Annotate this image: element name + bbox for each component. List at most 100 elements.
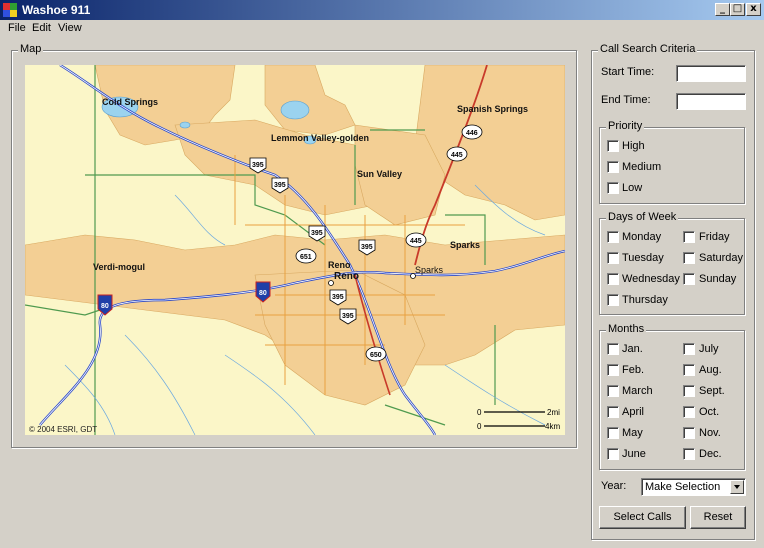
day-thursday-checkbox[interactable] bbox=[607, 294, 619, 306]
day-friday-checkbox[interactable] bbox=[683, 231, 695, 243]
month-july-checkbox[interactable] bbox=[683, 343, 695, 355]
month-nov-label: Nov. bbox=[699, 427, 721, 439]
month-jan-label: Jan. bbox=[622, 343, 643, 355]
months-label: Months bbox=[606, 323, 647, 335]
svg-text:445: 445 bbox=[410, 238, 422, 245]
svg-text:446: 446 bbox=[466, 130, 478, 137]
month-jan-checkbox[interactable] bbox=[607, 343, 619, 355]
menu-bar: File Edit View bbox=[0, 20, 764, 38]
day-tuesday-label: Tuesday bbox=[622, 252, 664, 264]
months-group: Months bbox=[599, 323, 745, 470]
map-view[interactable]: Cold Springs Lemmon Valley-golden Spanis… bbox=[25, 65, 565, 435]
place-label: Spanish Springs bbox=[457, 104, 528, 114]
month-sept-checkbox[interactable] bbox=[683, 385, 695, 397]
place-label: Sparks bbox=[450, 240, 480, 250]
close-button[interactable]: x bbox=[746, 3, 761, 16]
priority-high-checkbox[interactable] bbox=[607, 140, 619, 152]
shield-446: 446 bbox=[461, 124, 483, 140]
month-july-label: July bbox=[699, 343, 719, 355]
place-label: Sparks bbox=[415, 265, 444, 275]
month-june-label: June bbox=[622, 448, 646, 460]
city-marker bbox=[328, 280, 334, 286]
month-oct-checkbox[interactable] bbox=[683, 406, 695, 418]
svg-text:0: 0 bbox=[477, 422, 482, 431]
search-criteria-label: Call Search Criteria bbox=[598, 43, 698, 55]
app-icon bbox=[3, 3, 17, 17]
end-time-label: End Time: bbox=[601, 94, 651, 106]
chevron-down-icon[interactable] bbox=[730, 480, 744, 494]
svg-text:445: 445 bbox=[451, 152, 463, 159]
month-aug-checkbox[interactable] bbox=[683, 364, 695, 376]
menu-view[interactable]: View bbox=[58, 22, 82, 34]
title-bar: Washoe 911 _ □ x bbox=[0, 0, 764, 20]
month-march-label: March bbox=[622, 385, 653, 397]
month-feb-label: Feb. bbox=[622, 364, 645, 376]
start-time-label: Start Time: bbox=[601, 66, 655, 78]
map-canvas: Cold Springs Lemmon Valley-golden Spanis… bbox=[25, 65, 565, 435]
svg-text:2mi: 2mi bbox=[547, 408, 560, 417]
shield-651: 651 bbox=[295, 248, 317, 264]
day-wednesday-checkbox[interactable] bbox=[607, 273, 619, 285]
start-time-input[interactable] bbox=[676, 65, 746, 82]
day-sunday-label: Sunday bbox=[699, 273, 737, 285]
svg-text:395: 395 bbox=[252, 162, 264, 169]
city-marker bbox=[410, 273, 416, 279]
priority-medium-label: Medium bbox=[622, 161, 662, 173]
svg-text:395: 395 bbox=[274, 182, 286, 189]
minimize-button[interactable]: _ bbox=[715, 3, 730, 16]
year-label: Year: bbox=[601, 480, 627, 492]
priority-group: Priority bbox=[599, 120, 745, 204]
day-sunday-checkbox[interactable] bbox=[683, 273, 695, 285]
svg-text:395: 395 bbox=[342, 313, 354, 320]
place-label: Reno bbox=[328, 260, 351, 270]
month-may-checkbox[interactable] bbox=[607, 427, 619, 439]
day-thursday-label: Thursday bbox=[622, 294, 668, 306]
priority-label: Priority bbox=[606, 120, 645, 132]
month-may-label: May bbox=[622, 427, 643, 439]
month-march-checkbox[interactable] bbox=[607, 385, 619, 397]
scale-bar: 0 0 2mi 4km bbox=[477, 408, 560, 431]
map-group-label: Map bbox=[18, 43, 44, 55]
place-label: Verdi-mogul bbox=[93, 262, 145, 272]
day-monday-checkbox[interactable] bbox=[607, 231, 619, 243]
place-label: Reno bbox=[334, 271, 359, 282]
month-june-checkbox[interactable] bbox=[607, 448, 619, 460]
reset-button[interactable]: Reset bbox=[690, 506, 746, 529]
month-aug-label: Aug. bbox=[699, 364, 722, 376]
month-feb-checkbox[interactable] bbox=[607, 364, 619, 376]
month-april-checkbox[interactable] bbox=[607, 406, 619, 418]
month-dec-checkbox[interactable] bbox=[683, 448, 695, 460]
interstate-shield-80: 80 bbox=[97, 294, 113, 316]
shield-650: 650 bbox=[365, 346, 387, 362]
month-april-label: April bbox=[622, 406, 645, 418]
day-friday-label: Friday bbox=[699, 231, 730, 243]
svg-text:4km: 4km bbox=[545, 422, 560, 431]
day-saturday-label: Saturday bbox=[699, 252, 744, 264]
shield-445: 445 bbox=[405, 232, 427, 248]
priority-medium-checkbox[interactable] bbox=[607, 161, 619, 173]
svg-text:395: 395 bbox=[311, 230, 323, 237]
day-tuesday-checkbox[interactable] bbox=[607, 252, 619, 264]
place-label: Sun Valley bbox=[357, 169, 402, 179]
svg-text:651: 651 bbox=[300, 254, 312, 261]
svg-text:395: 395 bbox=[332, 294, 344, 301]
shield-445: 445 bbox=[446, 146, 468, 162]
menu-edit[interactable]: Edit bbox=[32, 22, 51, 34]
priority-low-checkbox[interactable] bbox=[607, 182, 619, 194]
day-saturday-checkbox[interactable] bbox=[683, 252, 695, 264]
year-select-value: Make Selection bbox=[645, 481, 721, 493]
day-monday-label: Monday bbox=[622, 231, 662, 243]
select-calls-button[interactable]: Select Calls bbox=[599, 506, 686, 529]
year-select[interactable]: Make Selection bbox=[641, 478, 746, 496]
month-sept-label: Sept. bbox=[699, 385, 725, 397]
day-wednesday-label: Wednesday bbox=[622, 273, 680, 285]
svg-text:650: 650 bbox=[370, 352, 382, 359]
priority-low-label: Low bbox=[622, 182, 643, 194]
menu-file[interactable]: File bbox=[8, 22, 26, 34]
map-copyright: © 2004 ESRI, GDT bbox=[29, 425, 97, 434]
maximize-button[interactable]: □ bbox=[730, 3, 745, 16]
place-label: Cold Springs bbox=[102, 97, 158, 107]
end-time-input[interactable] bbox=[676, 93, 746, 110]
month-nov-checkbox[interactable] bbox=[683, 427, 695, 439]
svg-text:80: 80 bbox=[101, 303, 109, 310]
